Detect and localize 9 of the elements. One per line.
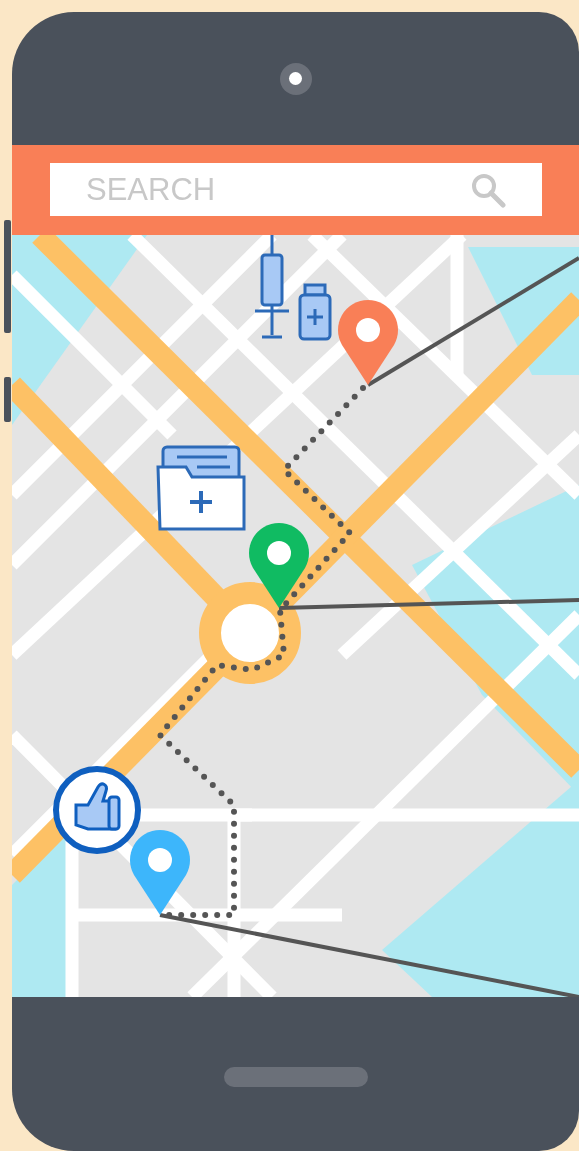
medical-folder-icon [156, 445, 246, 531]
map-pin-icon[interactable] [249, 523, 309, 608]
vial-icon [298, 283, 332, 341]
search-icon[interactable] [470, 172, 506, 208]
camera-icon [279, 62, 312, 95]
thumbs-up-icon [53, 766, 141, 854]
home-button[interactable] [223, 1067, 368, 1087]
syringe-icon [255, 235, 289, 339]
map-pin-icon[interactable] [338, 300, 398, 385]
